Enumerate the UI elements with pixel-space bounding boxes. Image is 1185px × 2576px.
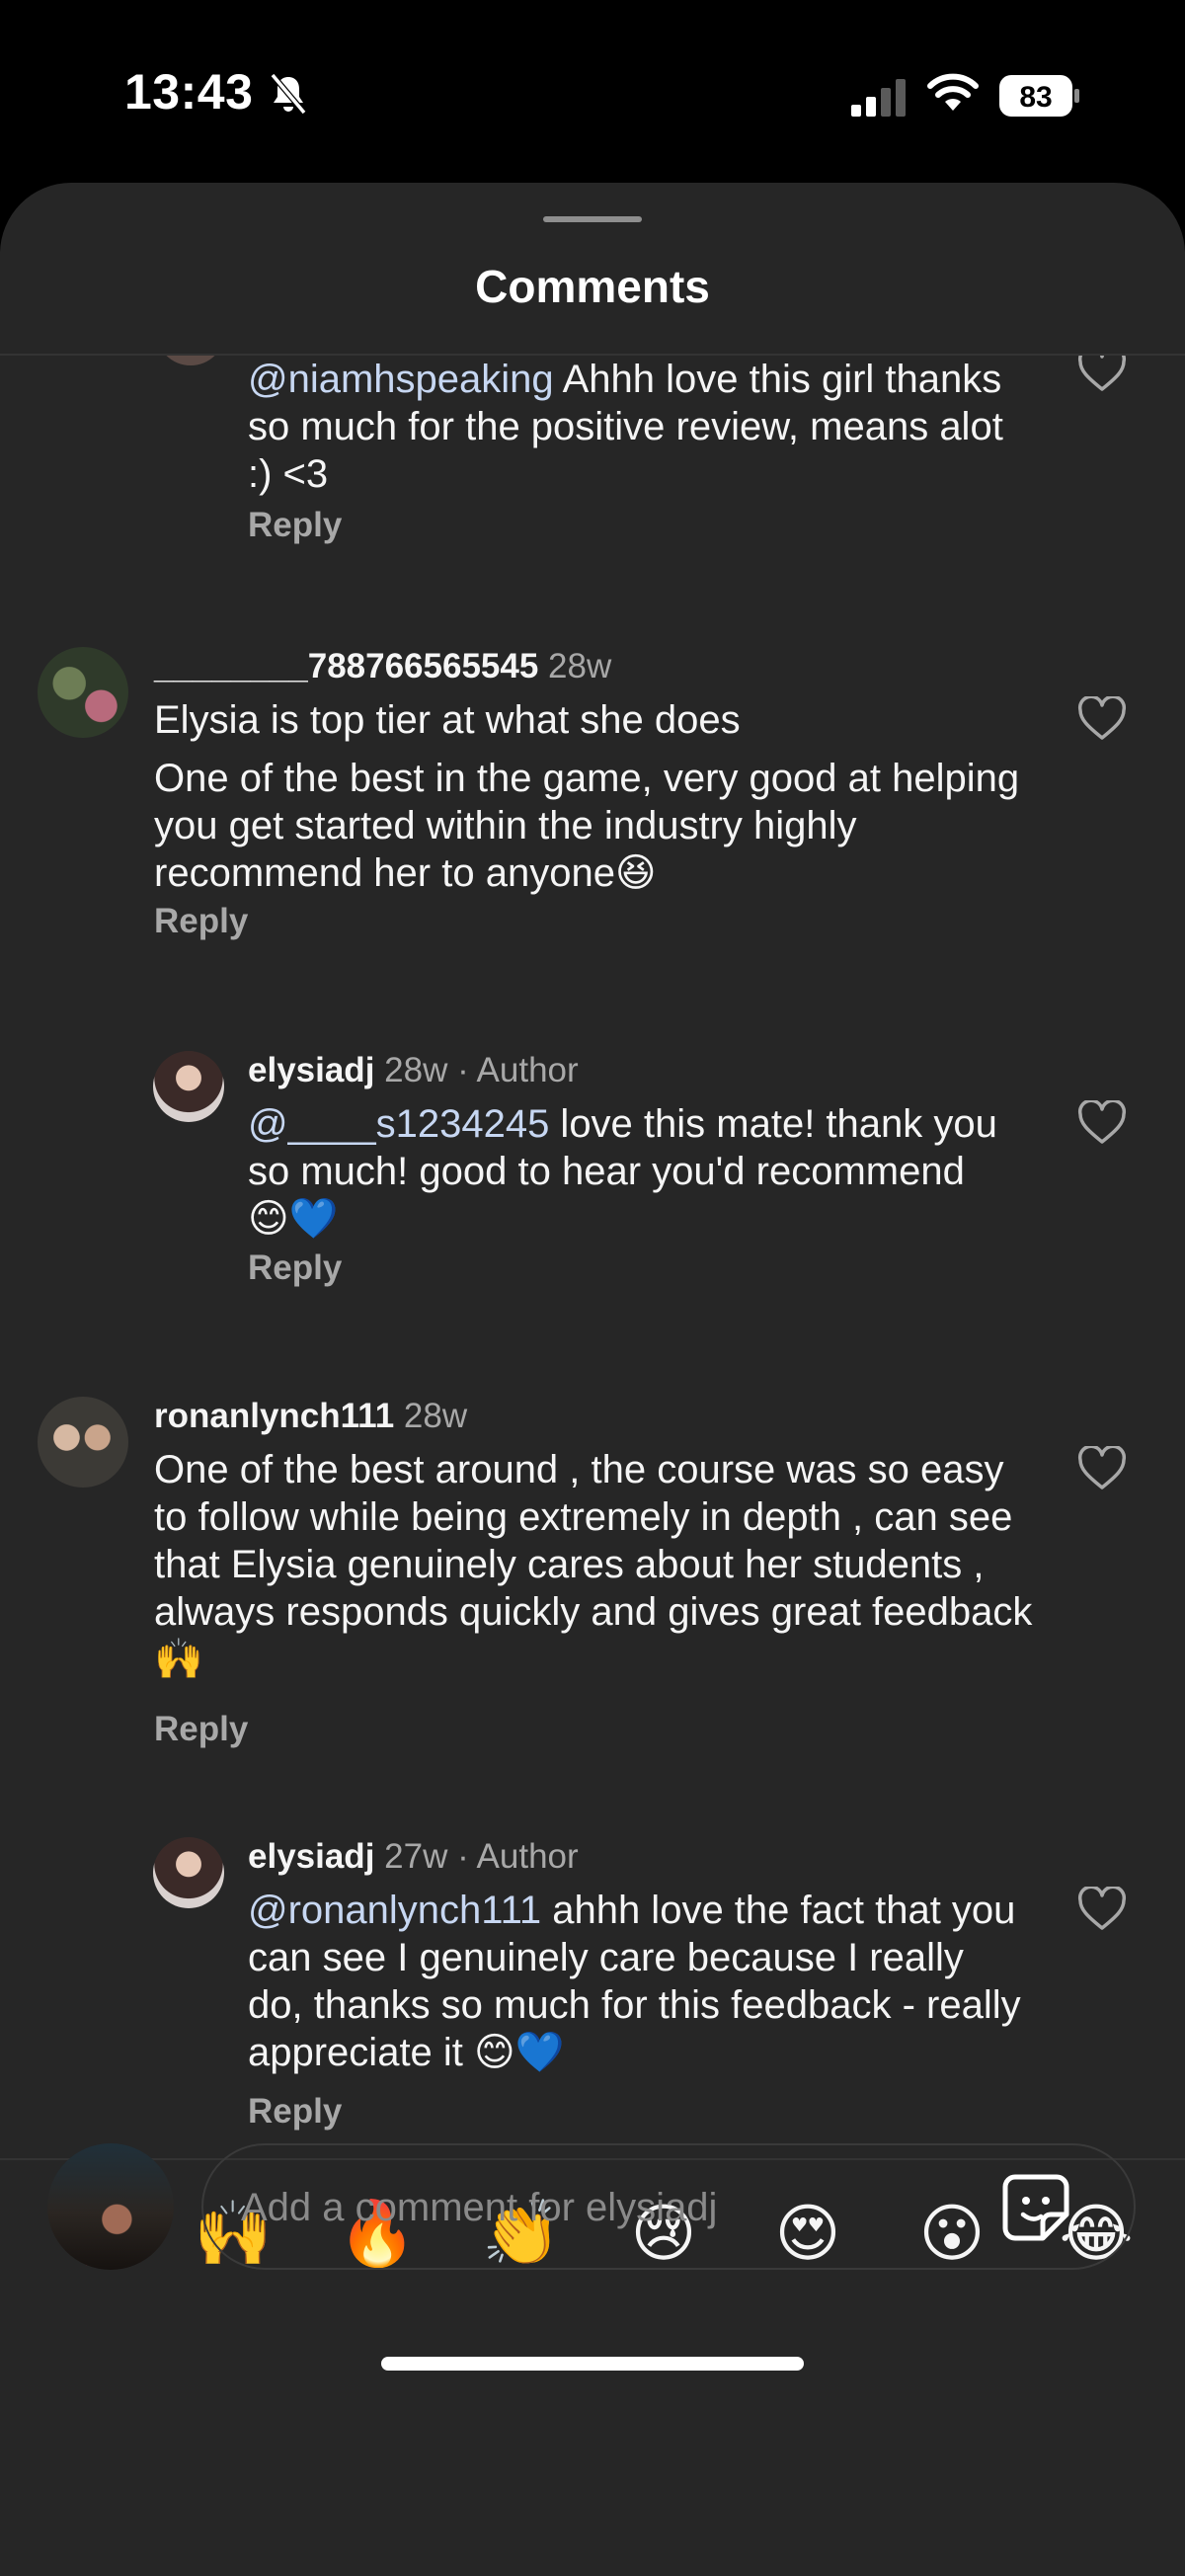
comment-input[interactable]	[241, 2175, 991, 2240]
comment-composer	[201, 2143, 1136, 2270]
avatar[interactable]	[153, 1051, 224, 1122]
comment-text: @niamhspeaking Ahhh love this girl thank…	[248, 358, 1003, 496]
comment-text: @ronanlynch111 ahhh love the fact that y…	[248, 1889, 1021, 2074]
username[interactable]: elysiadj	[248, 1051, 374, 1089]
sheet-drag-handle[interactable]	[543, 216, 642, 222]
current-user-avatar[interactable]	[47, 2143, 174, 2270]
avatar[interactable]	[38, 647, 128, 738]
silent-bell-icon	[270, 73, 307, 115]
status-time: 13:43	[124, 64, 254, 120]
reply-button[interactable]: Reply	[248, 506, 342, 545]
username[interactable]: ronanlynch111	[154, 1397, 394, 1435]
mention-link[interactable]: @niamhspeaking	[248, 358, 554, 401]
home-indicator[interactable]	[381, 2357, 804, 2371]
like-heart-icon[interactable]	[1077, 356, 1127, 393]
avatar[interactable]	[38, 1397, 128, 1488]
comment-time: 28w	[403, 1397, 468, 1435]
battery-icon: 83	[999, 75, 1079, 117]
avatar[interactable]	[153, 1837, 224, 1908]
mention-link[interactable]: @____s1234245	[248, 1102, 549, 1146]
mention-link[interactable]: @ronanlynch111	[248, 1889, 541, 1932]
comment-text-continued: One of the best in the game, very good a…	[154, 757, 1020, 895]
status-bar: 13:43 83	[0, 0, 1185, 183]
author-tag: · Author	[457, 1051, 579, 1089]
sheet-title: Comments	[475, 261, 710, 312]
comment-text: @____s1234245 love this mate! thank you …	[248, 1102, 997, 1241]
comment-text: One of the best around , the course was …	[154, 1448, 1033, 1681]
like-heart-icon[interactable]	[1077, 1100, 1127, 1146]
reply-button[interactable]: Reply	[248, 2092, 342, 2132]
comment-time: 27w	[384, 1837, 448, 1876]
author-tag: · Author	[457, 1837, 579, 1876]
like-heart-icon[interactable]	[1077, 1887, 1127, 1932]
reply-button[interactable]: Reply	[154, 902, 248, 941]
username[interactable]: elysiadj	[248, 1837, 374, 1876]
battery-percent: 83	[1019, 81, 1052, 114]
like-heart-icon[interactable]	[1077, 696, 1127, 742]
reply-button[interactable]: Reply	[248, 1248, 342, 1288]
reply-button[interactable]: Reply	[154, 1710, 248, 1749]
cellular-signal-icon	[851, 79, 906, 117]
comment-time: 28w	[384, 1051, 448, 1089]
comment-meta: elysiadj 28w · Author	[248, 1051, 579, 1090]
comment-meta: ronanlynch111 28w	[154, 1397, 467, 1436]
comments-list[interactable]: @niamhspeaking Ahhh love this girl thank…	[0, 356, 1185, 2151]
avatar[interactable]	[156, 356, 225, 365]
comment-meta: elysiadj 27w · Author	[248, 1837, 579, 1877]
comment-meta: ________788766565545 28w	[154, 647, 611, 686]
comment-time: 28w	[548, 647, 612, 685]
username[interactable]: ________788766565545	[154, 647, 538, 685]
comment-text: Elysia is top tier at what she does	[154, 698, 741, 742]
sticker-icon[interactable]	[999, 2171, 1072, 2244]
wifi-icon	[927, 73, 979, 111]
like-heart-icon[interactable]	[1077, 1446, 1127, 1491]
